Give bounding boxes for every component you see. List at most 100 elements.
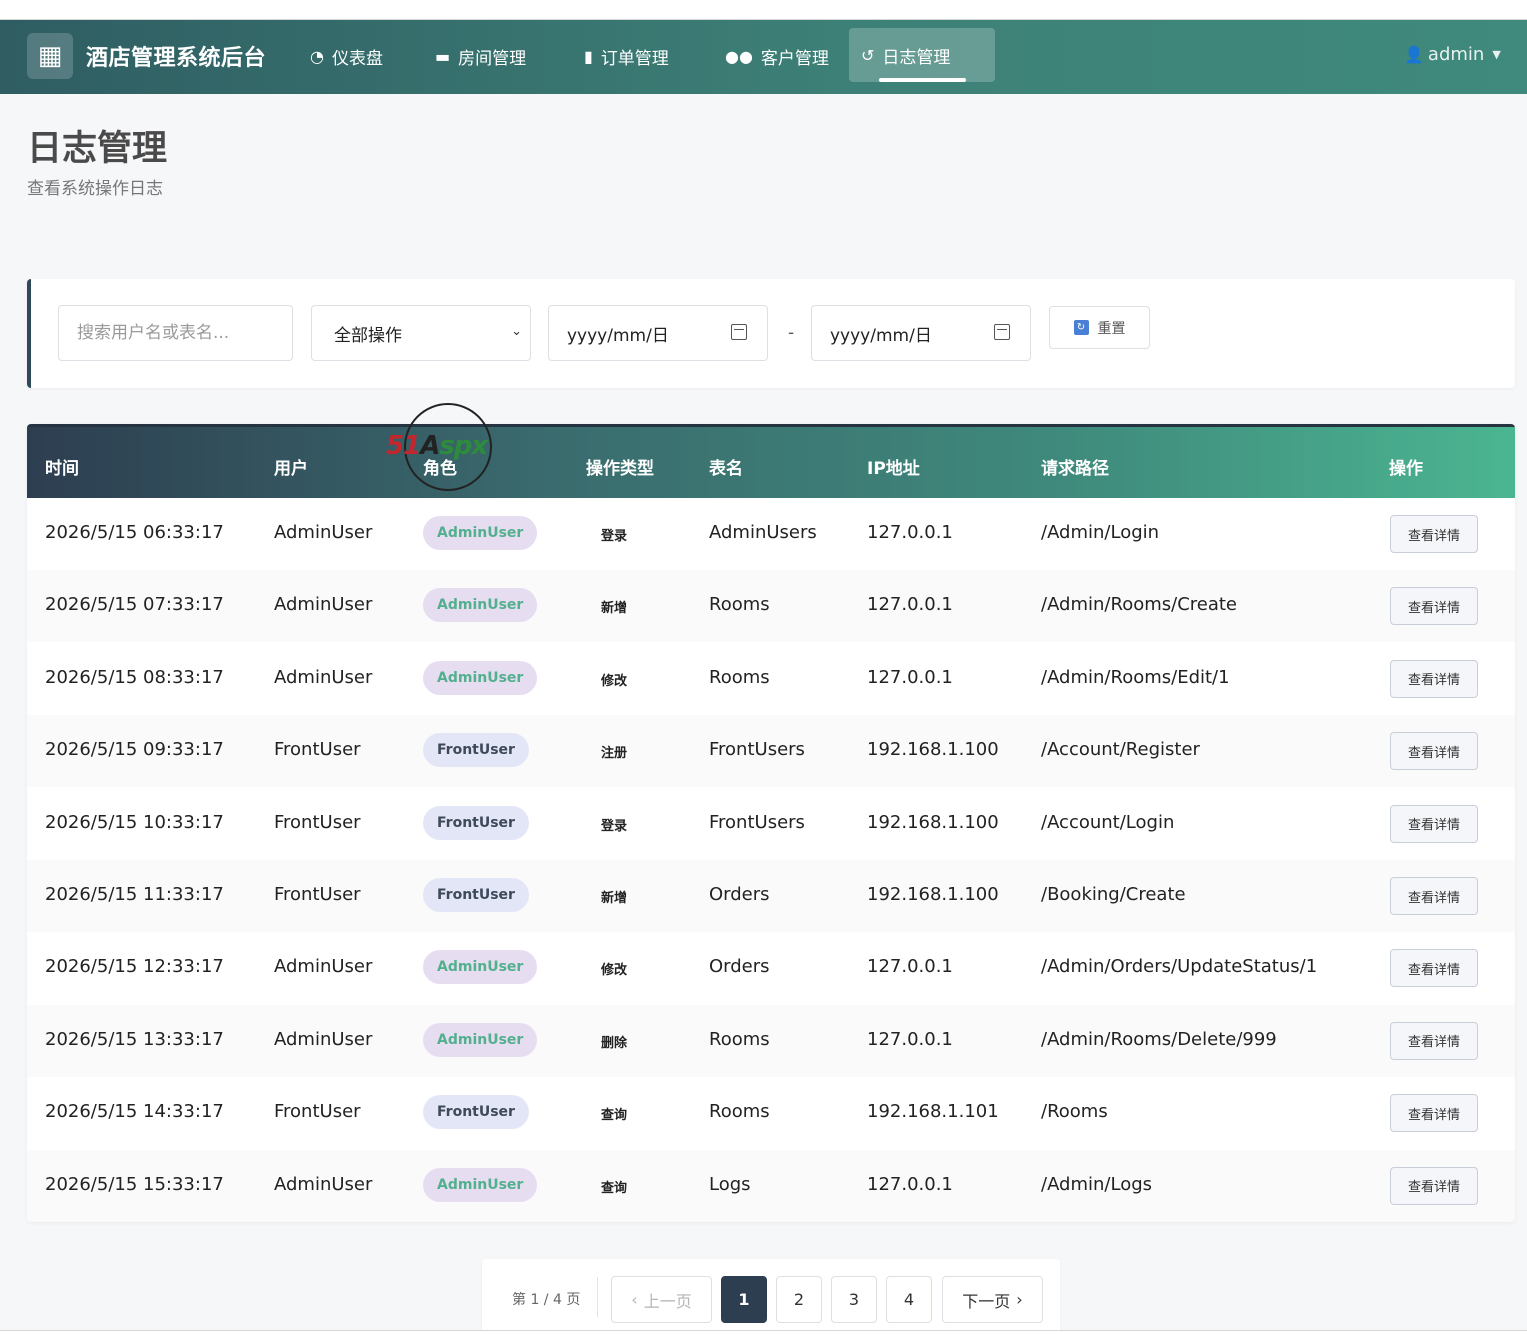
user-menu[interactable]: 👤 admin ▼ (1404, 44, 1501, 65)
operation-type: 查询 (601, 1108, 628, 1124)
column-header: 用户 (274, 459, 308, 479)
view-details-button[interactable]: 查看详情 (1390, 877, 1478, 915)
next-page-button[interactable]: 下一页 › (942, 1276, 1043, 1323)
caret-down-icon: ▼ (1492, 48, 1501, 61)
table-row: 2026/5/15 08:33:17 AdminUser AdminUser 修改 Ro… (27, 643, 1515, 715)
users-icon: ●● (725, 46, 753, 66)
table-row: 2026/5/15 12:33:17 AdminUser AdminUser 修改 Or… (27, 932, 1515, 1004)
reset-button[interactable]: ↻ 重置 (1049, 306, 1150, 349)
log-time: 2026/5/15 11:33:17 (45, 884, 224, 905)
calendar-icon[interactable] (731, 324, 747, 340)
bed-icon: ▬ (435, 46, 451, 66)
chevron-left-icon: ‹ (631, 1290, 638, 1309)
nav-label: 订单管理 (600, 48, 669, 69)
date-to-input[interactable]: yyyy/mm/日 (811, 305, 1031, 361)
operation-type: 登录 (601, 818, 628, 834)
calendar-icon[interactable] (994, 324, 1010, 340)
top-navbar: ▦ 酒店管理系统后台 ◔ 仪表盘 ▬ 房间管理 ▮ 订单管理 ●● 客户管理 ↺… (0, 20, 1527, 94)
table-row: 2026/5/15 13:33:17 AdminUser AdminUser 删除 Ro… (27, 1004, 1515, 1077)
logs-table: 时间 用户 角色 操作类型 表名 IP地址 请求路径 操作 2026/5/15 … (27, 424, 1515, 1222)
column-header: 操作 (1389, 459, 1423, 479)
page-button-4[interactable]: 4 (886, 1276, 932, 1323)
request-path: /Rooms (1041, 1101, 1108, 1123)
page-subtitle: 查看系统操作日志 (27, 179, 163, 199)
log-user: AdminUser (274, 666, 373, 688)
view-details-button[interactable]: 查看详情 (1390, 949, 1478, 988)
date-from-value: yyyy/mm/日 (567, 325, 669, 346)
log-user: FrontUser (274, 811, 361, 833)
watermark-logo: 51Aspx (386, 403, 511, 493)
nav-item-orders[interactable]: ▮ 订单管理 (572, 30, 681, 82)
date-from-input[interactable]: yyyy/mm/日 (548, 305, 768, 361)
nav-item-rooms[interactable]: ▬ 房间管理 (423, 30, 538, 82)
request-path: /Booking/Create (1041, 884, 1186, 905)
nav-item-dashboard[interactable]: ◔ 仪表盘 (298, 30, 395, 82)
search-field[interactable] (58, 305, 293, 361)
log-time: 2026/5/15 10:33:17 (45, 811, 224, 833)
ip-address: 127.0.0.1 (867, 1028, 953, 1050)
request-path: /Admin/Login (1041, 522, 1160, 543)
reset-label: 重置 (1097, 320, 1126, 337)
operation-type: 删除 (601, 1035, 628, 1051)
page-button-1[interactable]: 1 (721, 1276, 767, 1323)
page-button-3[interactable]: 3 (831, 1276, 877, 1323)
nav-label: 客户管理 (760, 48, 829, 69)
history-icon: ↺ (861, 45, 875, 65)
brand[interactable]: ▦ 酒店管理系统后台 (27, 33, 266, 79)
view-details-button[interactable]: 查看详情 (1390, 732, 1478, 771)
view-details-button[interactable]: 查看详情 (1390, 659, 1478, 698)
log-time: 2026/5/15 06:33:17 (45, 522, 224, 543)
view-details-button[interactable]: 查看详情 (1390, 515, 1478, 553)
table-name: Logs (709, 1173, 751, 1195)
view-details-button[interactable]: 查看详情 (1390, 1166, 1478, 1205)
watermark-text: 51Aspx (386, 431, 488, 461)
table-name: AdminUsers (709, 522, 817, 543)
operation-type: 新增 (601, 601, 628, 617)
chevron-down-icon: ⌄ (511, 324, 522, 339)
role-badge: AdminUser (423, 588, 538, 623)
view-details-button[interactable]: 查看详情 (1390, 1021, 1478, 1060)
view-details-button[interactable]: 查看详情 (1390, 804, 1478, 843)
ip-address: 127.0.0.1 (867, 522, 953, 543)
nav-item-logs[interactable]: ↺ 日志管理 (849, 28, 995, 82)
ip-address: 127.0.0.1 (867, 666, 953, 688)
log-user: FrontUser (274, 739, 361, 761)
table-name: Orders (709, 884, 770, 905)
log-time: 2026/5/15 07:33:17 (45, 594, 224, 616)
table-row: 2026/5/15 09:33:17 FrontUser FrontUser 注册 Fr… (27, 715, 1515, 788)
nav-label: 仪表盘 (331, 48, 383, 69)
log-time: 2026/5/15 15:33:17 (45, 1173, 224, 1195)
ip-address: 127.0.0.1 (867, 594, 953, 616)
request-path: /Account/Login (1041, 811, 1175, 833)
prev-page-button[interactable]: ‹ 上一页 (611, 1276, 712, 1323)
date-separator: - (788, 323, 795, 343)
table-name: Rooms (709, 666, 770, 688)
log-user: AdminUser (274, 1173, 373, 1195)
operation-select[interactable]: 全部操作 ⌄ (311, 305, 531, 361)
operation-type: 修改 (601, 673, 628, 689)
nav-label: 日志管理 (882, 47, 951, 68)
table-name: FrontUsers (709, 811, 805, 833)
log-user: AdminUser (274, 1028, 373, 1050)
page-button-2[interactable]: 2 (776, 1276, 822, 1323)
table-name: Rooms (709, 1101, 770, 1123)
browser-bottom-strip (0, 1330, 1527, 1334)
log-time: 2026/5/15 08:33:17 (45, 666, 224, 688)
role-badge: AdminUser (423, 660, 538, 695)
request-path: /Admin/Logs (1041, 1173, 1153, 1195)
operation-type: 新增 (601, 891, 628, 906)
log-user: AdminUser (274, 594, 373, 616)
ip-address: 192.168.1.100 (867, 884, 999, 905)
view-details-button[interactable]: 查看详情 (1390, 587, 1478, 626)
clipboard-icon: ▮ (584, 46, 593, 66)
tachometer-icon: ◔ (310, 46, 324, 66)
request-path: /Admin/Rooms/Edit/1 (1041, 666, 1230, 688)
table-row: 2026/5/15 10:33:17 FrontUser FrontUser 登录 Fr… (27, 788, 1515, 860)
chevron-right-icon: › (1016, 1290, 1023, 1309)
view-details-button[interactable]: 查看详情 (1390, 1094, 1478, 1133)
ip-address: 192.168.1.100 (867, 739, 999, 761)
table-row: 2026/5/15 07:33:17 AdminUser AdminUser 新增 Ro… (27, 570, 1515, 643)
nav-item-customers[interactable]: ●● 客户管理 (713, 30, 841, 82)
search-input[interactable] (77, 323, 292, 343)
column-header: IP地址 (867, 459, 920, 479)
